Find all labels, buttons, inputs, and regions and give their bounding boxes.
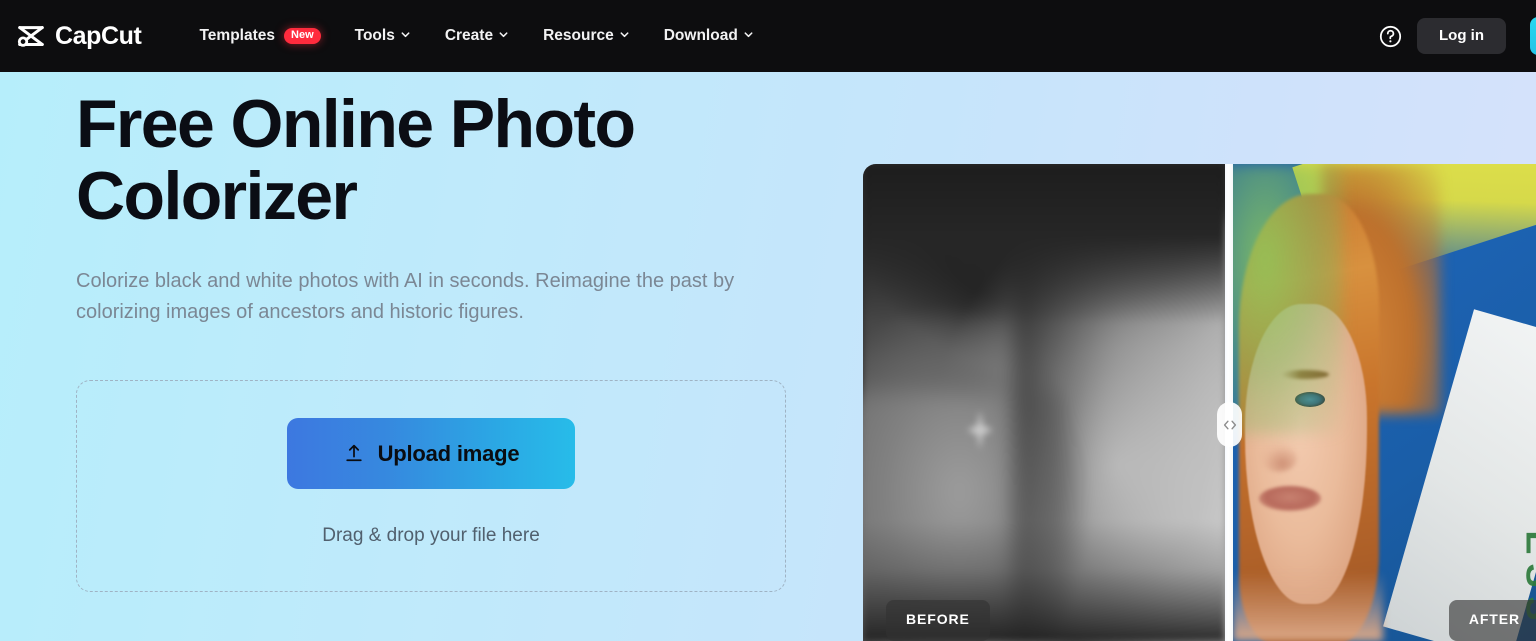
nav-item-label: Resource: [543, 27, 614, 45]
chevron-down-icon: [498, 27, 509, 45]
nav-item-create[interactable]: Create: [428, 0, 526, 72]
upload-arrow-icon: [343, 442, 365, 465]
capcut-logo-icon: [16, 21, 46, 51]
nav-item-download[interactable]: Download: [647, 0, 771, 72]
after-image-shoulder: [1233, 571, 1383, 641]
before-label-badge: BEFORE: [886, 600, 990, 641]
before-image-content: [863, 164, 1225, 641]
page-title: Free Online Photo Colorizer: [76, 86, 636, 235]
after-image-pane: ESS: [1233, 164, 1536, 641]
page-subtitle: Colorize black and white photos with AI …: [76, 270, 735, 323]
get-started-cta-button[interactable]: [1530, 17, 1536, 55]
capcut-logo-text: CapCut: [55, 21, 142, 50]
main-nav: Templates New Tools Create Resource Down…: [182, 0, 770, 72]
new-badge: New: [284, 28, 321, 44]
nav-item-label: Download: [663, 27, 738, 45]
nav-item-label: Create: [444, 27, 494, 45]
site-header: CapCut Templates New Tools Create Resour…: [0, 0, 1536, 72]
before-image-pane: [863, 164, 1225, 641]
after-label-badge: AFTER: [1448, 600, 1536, 641]
nav-item-tools[interactable]: Tools: [338, 0, 428, 72]
upload-button-label: Upload image: [377, 440, 520, 466]
hero-section: Free Online Photo Colorizer Colorize bla…: [76, 72, 866, 592]
upload-image-button[interactable]: Upload image: [287, 418, 575, 490]
after-image-lips: [1259, 486, 1321, 511]
chevron-down-icon: [619, 27, 630, 45]
before-image-top-shadow: [863, 164, 1225, 324]
capcut-logo[interactable]: CapCut: [16, 21, 142, 51]
comparison-slider-handle[interactable]: [1217, 402, 1242, 447]
after-image-content: ESS: [1233, 164, 1536, 641]
header-actions: Log in: [1377, 0, 1536, 72]
drag-drop-hint: Drag & drop your file here: [322, 525, 540, 547]
left-right-chevrons-icon: [1220, 418, 1240, 432]
nav-item-label: Templates: [199, 27, 276, 45]
chevron-down-icon: [400, 27, 411, 45]
after-image-nose: [1261, 444, 1297, 472]
question-circle-icon[interactable]: [1377, 23, 1403, 49]
login-button[interactable]: Log in: [1417, 18, 1506, 54]
upload-dropzone[interactable]: Upload image Drag & drop your file here: [76, 379, 786, 592]
chevron-down-icon: [743, 27, 754, 45]
nav-item-templates[interactable]: Templates New: [182, 0, 337, 72]
after-image-green-flare: [1233, 164, 1343, 434]
nav-item-label: Tools: [354, 27, 395, 45]
before-after-comparison[interactable]: ESS BEFORE AFTER: [863, 164, 1536, 641]
nav-item-resource[interactable]: Resource: [526, 0, 647, 72]
